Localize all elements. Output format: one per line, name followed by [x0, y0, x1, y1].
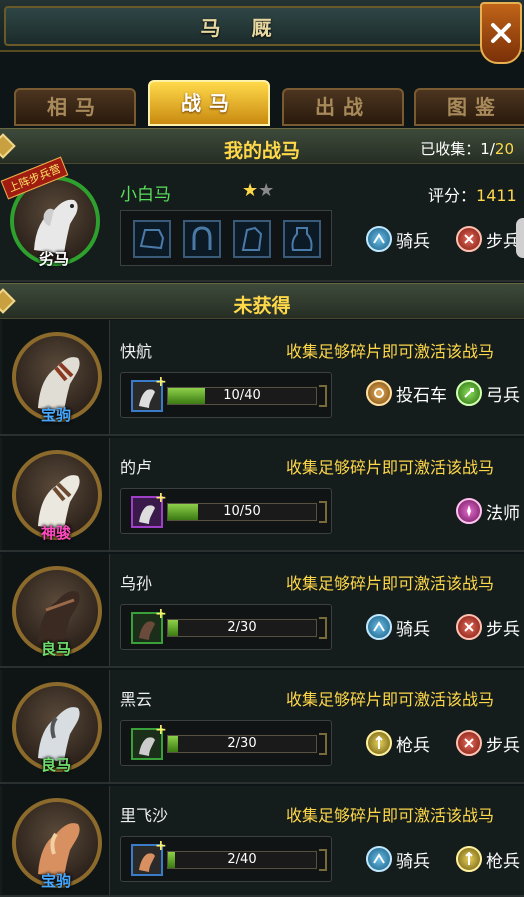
tab-deploy[interactable]: 出战: [282, 88, 404, 126]
bar-end-ornament: [319, 733, 327, 755]
portrait-frame: 宝驹: [2, 786, 110, 895]
activation-hint: 收集足够碎片即可激活该战马: [286, 458, 495, 477]
section-my-horses: 我的战马 已收集：1/20: [0, 128, 524, 164]
horse-name: 快航: [120, 342, 153, 361]
progress-bar: 2/30: [167, 619, 317, 637]
progress-bar: 10/50: [167, 503, 317, 521]
infantry-icon: [456, 614, 482, 640]
unit-tag: 弓兵: [456, 378, 520, 408]
slot-saddle-blanket[interactable]: [133, 220, 171, 258]
tab-appraise-horse[interactable]: 相马: [14, 88, 136, 126]
horse-name: 小白马: [120, 185, 171, 205]
horse-fragment-icon[interactable]: +: [131, 607, 167, 644]
section-title: 未获得: [233, 295, 291, 317]
horse-name: 的卢: [120, 458, 153, 477]
cavalry-icon: [366, 226, 392, 252]
archer-icon: [456, 380, 482, 406]
horse-fragment-icon[interactable]: +: [131, 375, 167, 412]
unit-tag: 骑兵: [366, 844, 430, 874]
cavalry-icon: [366, 846, 392, 872]
unit-tag: 步兵: [456, 612, 520, 642]
close-button[interactable]: [480, 2, 522, 64]
tab-codex[interactable]: 图鉴: [414, 88, 524, 126]
portrait-frame: 良马: [2, 554, 110, 666]
tab-war-horse[interactable]: 战马: [148, 80, 270, 126]
bar-end-ornament: [319, 501, 327, 523]
armor-icon: [241, 226, 263, 251]
portrait-frame: 宝驹: [2, 320, 110, 434]
slot-stirrup[interactable]: [283, 220, 321, 258]
fragment-progress: + 10/50: [120, 488, 332, 534]
star-empty-icon: ★: [258, 180, 275, 201]
unit-tag: 法师: [456, 496, 520, 526]
activation-hint: 收集足够碎片即可激活该战马: [286, 806, 495, 825]
mage-icon: [456, 498, 482, 524]
score: 评分：1411: [428, 186, 517, 205]
bar-end-ornament: [319, 617, 327, 639]
tab-bar: 相马 战马 出战 图鉴: [0, 70, 524, 126]
slot-armor[interactable]: [233, 220, 271, 258]
unit-tag: 枪兵: [456, 844, 520, 874]
progress-bar: 2/40: [167, 851, 317, 869]
fragment-progress: + 2/30: [120, 604, 332, 650]
scroll-handle[interactable]: [516, 218, 524, 258]
spearman-icon: [366, 730, 392, 756]
horse-grade: 劣马: [38, 250, 69, 268]
portrait-frame: 神骏: [2, 438, 110, 550]
infantry-icon: [456, 730, 482, 756]
horse-grade: 宝驹: [40, 872, 71, 890]
unit-tag: 骑兵: [366, 612, 430, 642]
title-bar: 马 厩: [0, 0, 524, 64]
horse-name: 乌孙: [120, 574, 153, 593]
infantry-icon: [456, 226, 482, 252]
window-title: 马 厩: [200, 16, 284, 40]
unit-tag: 投石车: [366, 378, 447, 408]
equipment-slots: [120, 210, 332, 266]
progress-bar: 10/40: [167, 387, 317, 405]
activation-hint: 收集足够碎片即可激活该战马: [286, 574, 495, 593]
unit-tag: 步兵: [456, 728, 520, 758]
activation-hint: 收集足够碎片即可激活该战马: [286, 690, 495, 709]
spearman-icon: [456, 846, 482, 872]
horse-fragment-icon[interactable]: +: [131, 491, 167, 528]
blanket-icon: [139, 229, 165, 250]
close-icon: [491, 23, 511, 43]
horse-grade: 良马: [40, 756, 71, 774]
activation-hint: 收集足够碎片即可激活该战马: [286, 342, 495, 361]
horseshoe-icon: [192, 226, 212, 250]
fragment-progress: + 10/40: [120, 372, 332, 418]
progress-bar: 2/30: [167, 735, 317, 753]
unit-tag: 骑兵: [366, 224, 430, 254]
bar-end-ornament: [319, 385, 327, 407]
horse-grade: 宝驹: [40, 406, 71, 424]
fragment-progress: + 2/30: [120, 720, 332, 766]
collected-count: 已收集：1/20: [420, 140, 514, 158]
fragment-progress: + 2/40: [120, 836, 332, 882]
bar-end-ornament: [319, 849, 327, 871]
horse-grade: 良马: [40, 640, 71, 658]
horse-grade: 神骏: [40, 524, 71, 542]
catapult-icon: [366, 380, 392, 406]
stirrup-icon: [291, 227, 313, 251]
section-unacquired: 未获得: [0, 283, 524, 319]
slot-horseshoe[interactable]: [183, 220, 221, 258]
cavalry-icon: [366, 614, 392, 640]
horse-name: 里飞沙: [120, 806, 169, 825]
horse-fragment-icon[interactable]: +: [131, 839, 167, 876]
horse-name: 黑云: [120, 690, 153, 709]
star-rating: ★★: [242, 180, 274, 201]
unit-tag: 步兵: [456, 224, 520, 254]
unit-tag: 枪兵: [366, 728, 430, 758]
star-filled-icon: ★: [242, 180, 259, 201]
horse-fragment-icon[interactable]: +: [131, 723, 167, 760]
portrait-frame: 良马: [2, 670, 110, 782]
